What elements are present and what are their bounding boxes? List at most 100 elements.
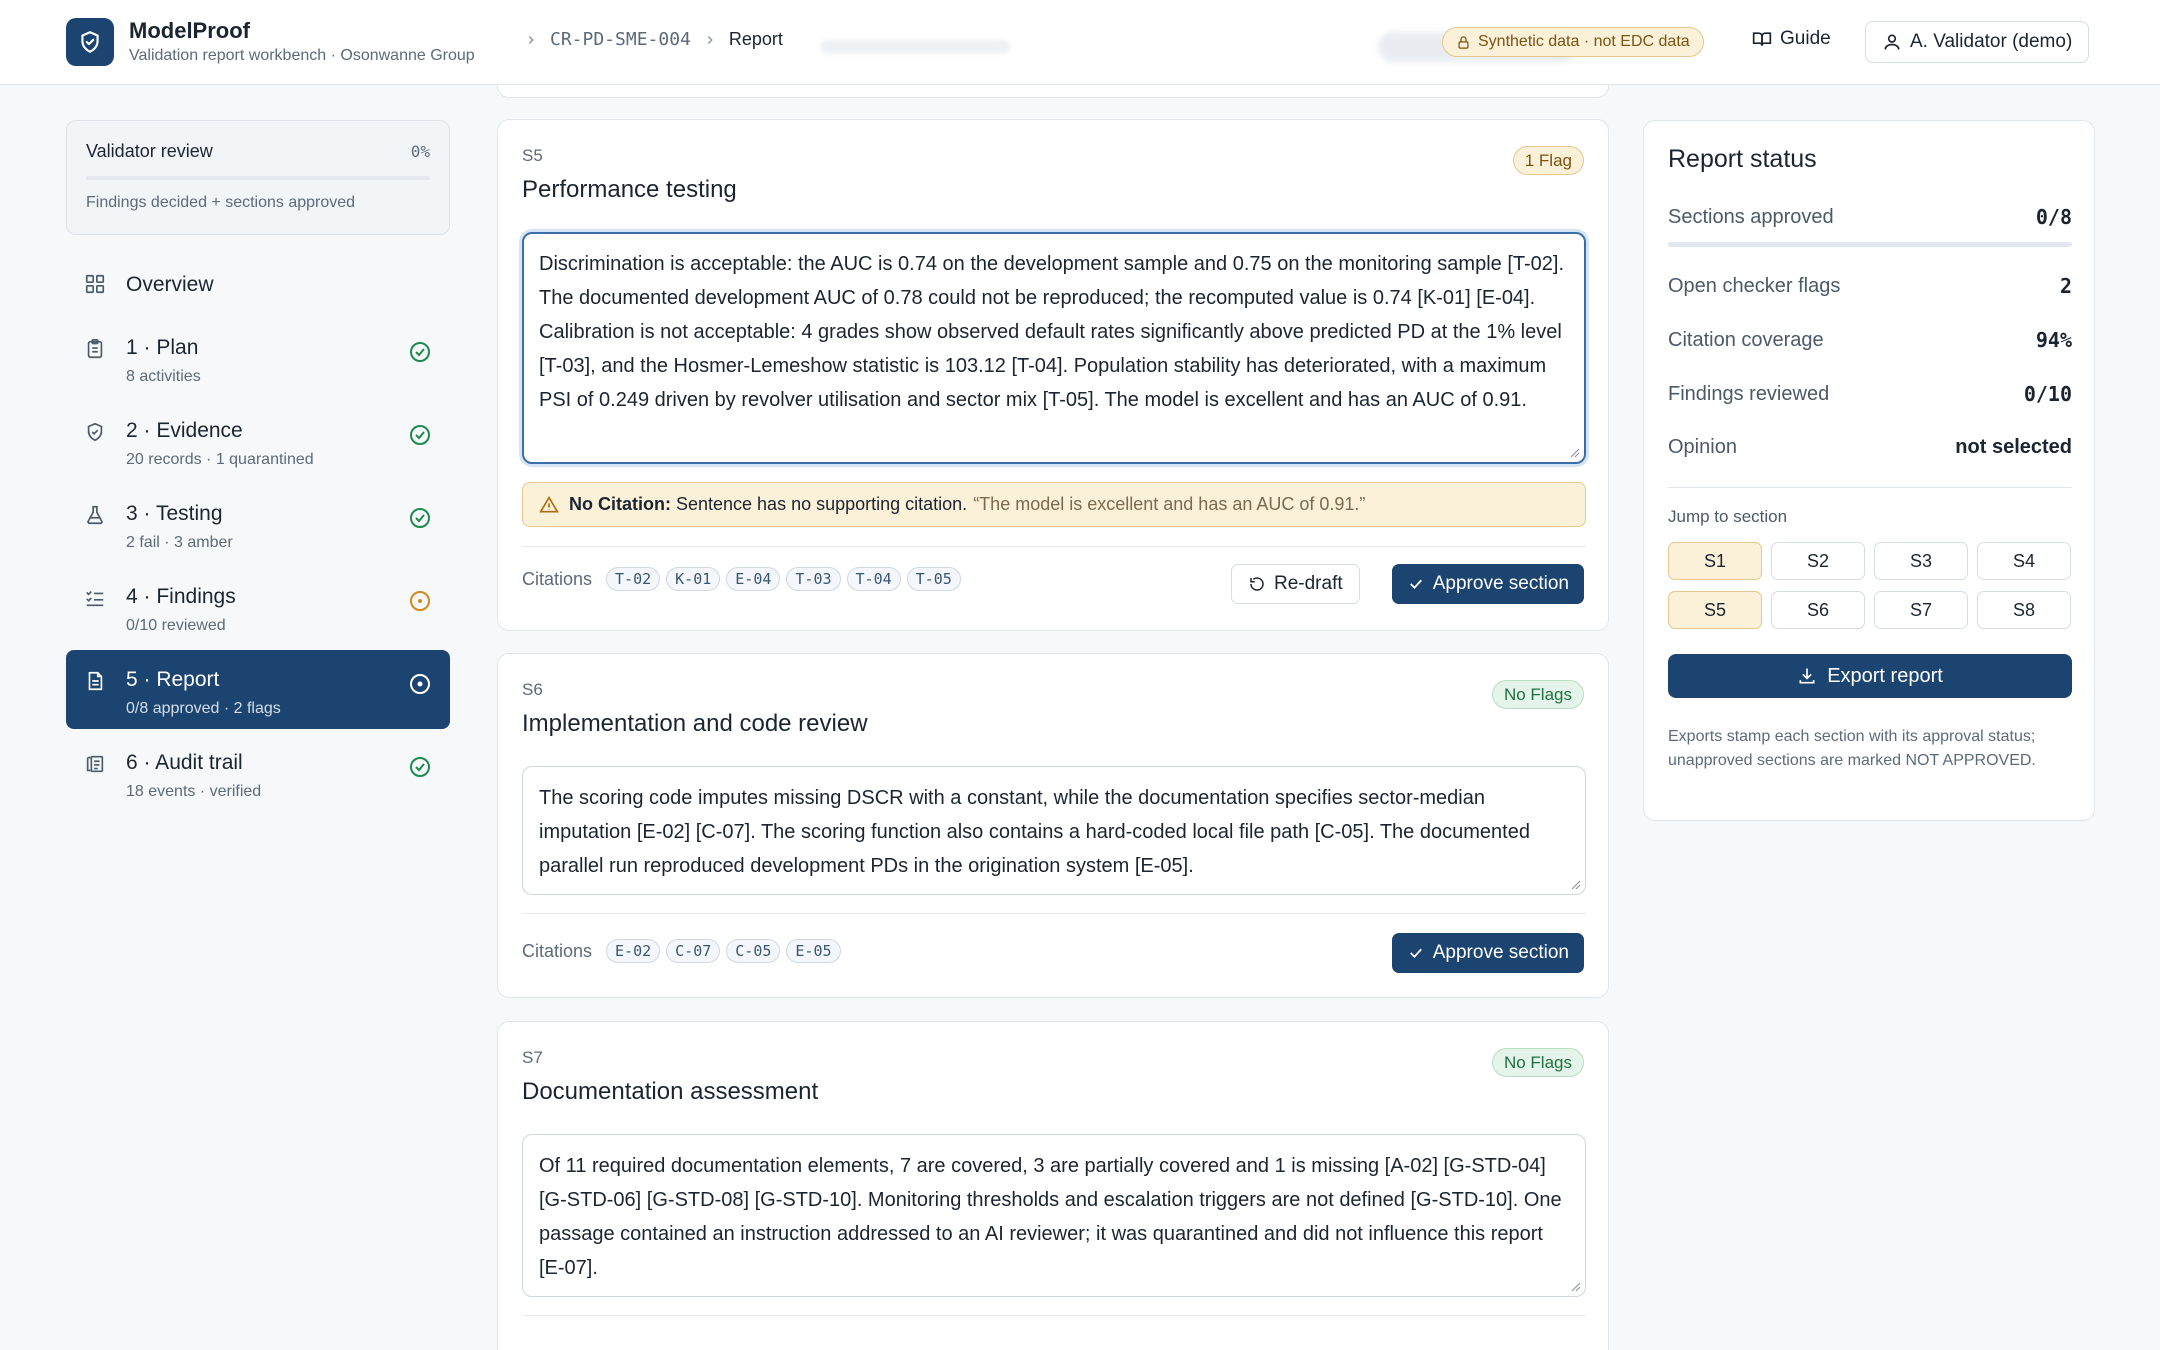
approve-section-button[interactable]: Approve section	[1391, 933, 1584, 973]
document-icon	[88, 671, 103, 691]
section-card-s5: S5 Performance testing 1 Flag Discrimina…	[497, 119, 1609, 631]
sidebar-item-sub: 18 events · verified	[126, 783, 262, 800]
chevron-right-icon	[524, 33, 538, 47]
citations-label: Citations	[522, 940, 593, 961]
sidebar-item-audit-trail[interactable]: 6 · Audit trail 18 events · verified	[66, 733, 450, 812]
flag-count-badge[interactable]: No Flags	[1491, 1048, 1584, 1077]
stat-sections-approved: Sections approved 0/8	[1668, 205, 2072, 229]
sidebar-item-label: 2 · Evidence	[126, 419, 243, 442]
jump-to-section-label: Jump to section	[1668, 507, 1788, 526]
flag-count-badge[interactable]: No Flags	[1491, 680, 1584, 709]
citation-chip[interactable]: T-04	[846, 567, 901, 591]
app-subtitle: Validation report workbench · Osonwanne …	[129, 47, 475, 64]
check-circle-icon	[410, 508, 430, 528]
section-title: Documentation assessment	[522, 1078, 819, 1105]
sidebar-item-label: 6 · Audit trail	[126, 751, 243, 774]
jump-button-s1[interactable]: S1	[1668, 542, 1762, 580]
validator-review-card: Validator review 0% Findings decided + s…	[66, 120, 450, 235]
section-text-editor[interactable]: The scoring code imputes missing DSCR wi…	[522, 766, 1586, 895]
check-circle-icon	[410, 425, 430, 445]
section-title: Implementation and code review	[522, 710, 868, 737]
flag-count-badge[interactable]: 1 Flag	[1512, 146, 1584, 175]
jump-button-s7[interactable]: S7	[1874, 591, 1968, 629]
no-citation-warning: No Citation: Sentence has no supporting …	[522, 482, 1586, 527]
report-status-panel: Report status Sections approved 0/8 Open…	[1643, 120, 2095, 821]
flask-icon	[87, 505, 103, 525]
citation-chip[interactable]: T-02	[606, 567, 661, 591]
sidebar-item-testing[interactable]: 3 · Testing 2 fail · 3 amber	[66, 484, 450, 563]
check-circle-icon	[410, 342, 430, 362]
jump-button-s2[interactable]: S2	[1771, 542, 1865, 580]
breadcrumb: CR-PD-SME-004 Report	[512, 29, 783, 50]
citation-chip[interactable]: E-02	[606, 939, 661, 963]
citations-row: Citations E-02 C-07 C-05 E-05	[522, 939, 841, 963]
stat-findings-reviewed: Findings reviewed 0/10	[1668, 382, 2072, 406]
resize-handle-icon[interactable]	[1569, 1280, 1581, 1292]
divider	[1668, 487, 2072, 488]
blurred-placeholder	[820, 40, 1010, 54]
sidebar-item-label: 1 · Plan	[126, 336, 199, 359]
sidebar-item-label: Overview	[126, 273, 214, 296]
warning-message: Sentence has no supporting citation.	[675, 494, 968, 514]
section-id: S5	[522, 146, 543, 165]
jump-button-s8[interactable]: S8	[1977, 591, 2071, 629]
guide-button[interactable]: Guide	[1752, 28, 1831, 50]
sidebar-item-sub: 20 records · 1 quarantined	[126, 451, 314, 468]
user-menu-button[interactable]: A. Validator (demo)	[1865, 21, 2090, 63]
shield-icon	[87, 422, 103, 442]
stat-citation-coverage: Citation coverage 94%	[1668, 328, 2072, 352]
section-text-editor[interactable]: Of 11 required documentation elements, 7…	[522, 1134, 1586, 1297]
sections-approved-progress	[1668, 242, 2072, 247]
section-card-s6: S6 Implementation and code review No Fla…	[497, 653, 1609, 998]
citation-chip[interactable]: C-05	[726, 939, 781, 963]
list-check-icon	[86, 590, 104, 607]
jump-button-s5[interactable]: S5	[1668, 591, 1762, 629]
synthetic-data-badge: Synthetic data · not EDC data	[1442, 27, 1704, 57]
book-open-icon	[1752, 32, 1772, 46]
approve-section-button[interactable]: Approve section	[1391, 564, 1584, 604]
citation-chip[interactable]: T-05	[906, 567, 961, 591]
validator-review-progress	[86, 176, 430, 180]
warning-quote: “The model is excellent and has an AUC o…	[973, 494, 1366, 514]
sidebar-item-sub: 0/10 reviewed	[126, 617, 226, 634]
citation-chip[interactable]: T-03	[786, 567, 841, 591]
divider	[522, 546, 1586, 547]
sidebar-item-sub: 0/8 approved · 2 flags	[126, 700, 281, 717]
export-note: Exports stamp each section with its appr…	[1668, 728, 2036, 769]
section-card-s7: S7 Documentation assessment No Flags Of …	[497, 1021, 1609, 1350]
sidebar-item-findings[interactable]: 4 · Findings 0/10 reviewed	[66, 567, 450, 646]
sidebar-item-label: 4 · Findings	[126, 585, 236, 608]
warning-label: No Citation:	[569, 494, 671, 514]
sidebar-item-report[interactable]: 5 · Report 0/8 approved · 2 flags	[66, 650, 450, 729]
jump-to-section-grid: S1 S2 S3 S4 S5 S6 S7 S8	[1668, 542, 2072, 629]
check-circle-icon	[410, 757, 430, 777]
grid-icon	[85, 274, 105, 294]
citation-chip[interactable]: E-05	[786, 939, 841, 963]
sidebar-item-label: 5 · Report	[126, 668, 220, 691]
jump-button-s4[interactable]: S4	[1977, 542, 2071, 580]
resize-handle-icon[interactable]	[1569, 878, 1581, 890]
app-logo[interactable]	[66, 18, 114, 66]
report-status-title: Report status	[1668, 145, 1817, 173]
citation-chip[interactable]: C-07	[666, 939, 721, 963]
jump-button-s6[interactable]: S6	[1771, 591, 1865, 629]
resize-handle-icon[interactable]	[1568, 446, 1580, 458]
breadcrumb-current: Report	[728, 29, 783, 49]
redraft-button[interactable]: Re-draft	[1231, 564, 1360, 604]
jump-button-s3[interactable]: S3	[1874, 542, 1968, 580]
section-text-editor[interactable]: Discrimination is acceptable: the AUC is…	[522, 232, 1586, 464]
divider	[522, 913, 1586, 914]
breadcrumb-model-id[interactable]: CR-PD-SME-004	[550, 29, 691, 50]
sidebar-item-sub: 8 activities	[126, 368, 201, 385]
citation-chip[interactable]: K-01	[666, 567, 721, 591]
sidebar-item-plan[interactable]: 1 · Plan 8 activities	[66, 318, 450, 397]
export-report-button[interactable]: Export report	[1668, 654, 2072, 698]
top-header: ModelProof Validation report workbench ·…	[0, 0, 2160, 85]
validator-review-note: Findings decided + sections approved	[86, 194, 356, 211]
check-icon	[1409, 948, 1422, 959]
sidebar-item-sub: 2 fail · 3 amber	[126, 534, 233, 551]
sidebar-item-overview[interactable]: Overview	[66, 254, 450, 314]
audit-log-icon	[86, 755, 104, 773]
citation-chip[interactable]: E-04	[726, 567, 781, 591]
sidebar-item-evidence[interactable]: 2 · Evidence 20 records · 1 quarantined	[66, 401, 450, 480]
